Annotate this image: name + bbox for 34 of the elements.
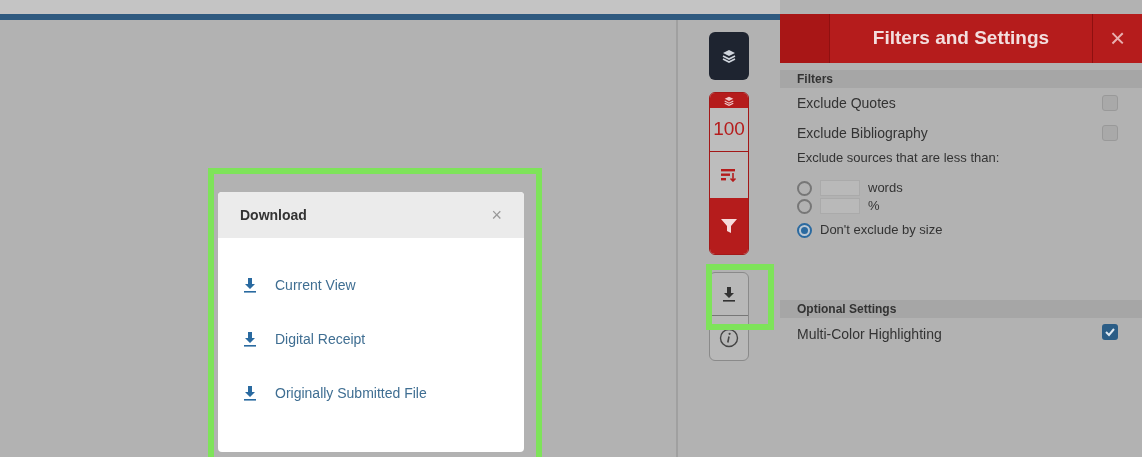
- radio-button[interactable]: [797, 222, 812, 238]
- option-label: Exclude Bibliography: [797, 123, 928, 143]
- layers-button[interactable]: [709, 32, 749, 80]
- layers-icon: [722, 49, 736, 63]
- filter-icon: [721, 219, 737, 233]
- section-heading: Filters: [780, 70, 1142, 88]
- similarity-score[interactable]: 100: [710, 108, 748, 152]
- checkbox[interactable]: [1102, 324, 1118, 340]
- dialog-title: Download: [240, 205, 307, 225]
- filter-button[interactable]: [710, 198, 748, 254]
- layers-icon: [724, 95, 734, 106]
- download-link[interactable]: Originally Submitted File: [243, 384, 499, 402]
- option-label: Don't exclude by size: [820, 221, 943, 240]
- radio-button[interactable]: [797, 198, 812, 214]
- download-link[interactable]: Current View: [243, 276, 499, 294]
- size-label: Exclude sources that are less than:: [796, 149, 1001, 167]
- download-icon: [243, 385, 257, 401]
- option-label: Exclude Quotes: [797, 93, 896, 113]
- checkbox[interactable]: [1102, 95, 1118, 111]
- download-link[interactable]: Digital Receipt: [243, 330, 499, 348]
- unit-label: words: [868, 179, 903, 198]
- close-button[interactable]: ×: [1092, 14, 1142, 63]
- download-icon: [243, 331, 257, 347]
- section-heading: Optional Settings: [780, 300, 1142, 318]
- panel-title: Filters and Settings: [871, 26, 1051, 51]
- radio-button[interactable]: [797, 180, 812, 196]
- download-icon: [722, 286, 736, 302]
- option-label: Multi-Color Highlighting: [797, 325, 942, 344]
- unit-label: %: [868, 197, 880, 216]
- checkbox[interactable]: [1102, 125, 1118, 141]
- highlight-frame: [706, 264, 774, 330]
- info-icon: [719, 328, 739, 348]
- download-icon: [243, 277, 257, 293]
- sort-icon: [721, 168, 737, 182]
